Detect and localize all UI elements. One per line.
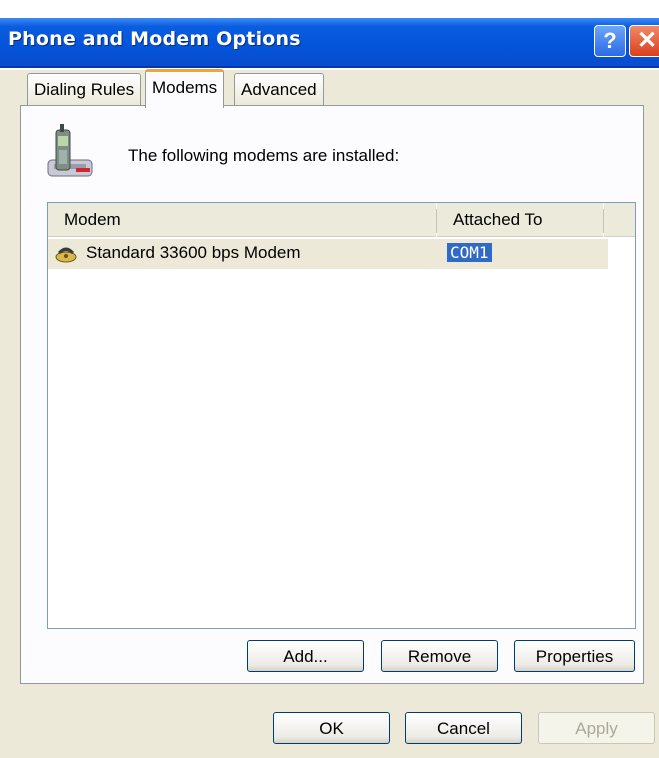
modems-list[interactable]: Modem Attached To Standard 33600 bps Mod…: [47, 202, 636, 629]
modem-icon: [55, 247, 77, 263]
attached-port: COM1: [447, 243, 492, 262]
tab-label: Dialing Rules: [34, 80, 135, 99]
close-icon: ✕: [636, 27, 658, 54]
ok-button[interactable]: OK: [273, 712, 390, 744]
tab-label: Advanced: [241, 80, 317, 99]
help-icon: ?: [603, 28, 617, 53]
dialog-window: Phone and Modem Options ? ✕ Dialing Rule…: [0, 0, 659, 758]
add-button[interactable]: Add...: [247, 640, 364, 672]
column-header-attached-to[interactable]: Attached To: [437, 203, 603, 237]
column-header-empty: [604, 203, 635, 237]
column-header-label: Modem: [64, 210, 121, 229]
modem-name: Standard 33600 bps Modem: [86, 243, 301, 262]
apply-button: Apply: [538, 712, 655, 744]
tab-modems[interactable]: Modems: [145, 69, 225, 108]
properties-button[interactable]: Properties: [514, 640, 635, 672]
title-bar[interactable]: Phone and Modem Options ? ✕: [0, 0, 659, 70]
tab-label: Modems: [152, 78, 218, 97]
tab-advanced[interactable]: Advanced: [234, 73, 324, 106]
help-button[interactable]: ?: [594, 25, 626, 57]
cancel-button[interactable]: Cancel: [405, 712, 522, 744]
column-header-label: Attached To: [453, 210, 543, 229]
remove-button[interactable]: Remove: [381, 640, 498, 672]
phone-modem-icon: [47, 124, 93, 177]
modems-intro-text: The following modems are installed:: [128, 146, 400, 165]
tab-dialing-rules[interactable]: Dialing Rules: [27, 73, 142, 106]
column-header-modem[interactable]: Modem: [48, 203, 436, 237]
window-title: Phone and Modem Options: [8, 28, 301, 50]
table-row[interactable]: Standard 33600 bps Modem COM1: [48, 239, 608, 269]
close-button[interactable]: ✕: [629, 25, 659, 57]
